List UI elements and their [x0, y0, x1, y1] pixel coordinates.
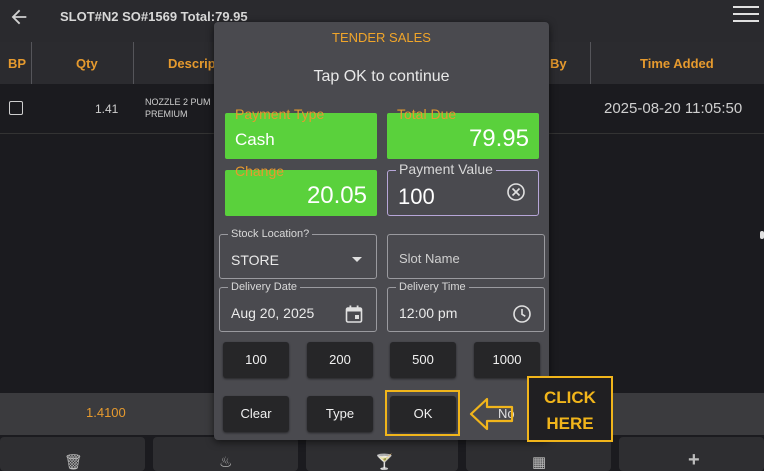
delivery-date-field[interactable]: Delivery Date Aug 20, 2025 [219, 281, 377, 332]
summary-qty: 1.4100 [86, 405, 126, 420]
stock-location-select[interactable]: Stock Location? STORE [219, 228, 377, 279]
stock-location-label: Stock Location? [228, 228, 313, 240]
delivery-time-field[interactable]: Delivery Time 12:00 pm [387, 281, 545, 332]
click-here-callout: CLICK HERE [527, 376, 613, 442]
amount-100-button[interactable]: 100 [223, 342, 289, 378]
change-field: Change 20.05 [225, 163, 377, 216]
row-checkbox[interactable] [9, 101, 23, 115]
total-due-field: Total Due 79.95 [387, 106, 539, 159]
calendar-icon[interactable] [344, 304, 364, 324]
hamburger-menu-icon[interactable] [733, 6, 759, 26]
column-header-by[interactable]: By [550, 56, 567, 71]
dialog-message: Tap OK to continue [313, 68, 450, 85]
row-description-line1: NOZZLE 2 PUM [145, 97, 211, 107]
type-button[interactable]: Type [307, 396, 373, 432]
amount-1000-button[interactable]: 1000 [474, 342, 540, 378]
plus-icon: + [688, 449, 700, 471]
payment-value-label: Payment Value [396, 161, 496, 177]
column-header-bp[interactable]: BP [8, 56, 26, 71]
column-divider [590, 42, 591, 84]
column-header-qty[interactable]: Qty [76, 56, 98, 71]
delivery-time-value: 12:00 pm [399, 305, 458, 321]
left-arrow-icon [469, 397, 514, 431]
total-due-value: 79.95 [468, 125, 529, 152]
change-label: Change [235, 163, 285, 179]
trash-icon: 🗑 [64, 454, 84, 471]
amount-200-button[interactable]: 200 [307, 342, 373, 378]
delivery-date-label: Delivery Date [228, 281, 301, 293]
cocktail-icon: 🍸 [375, 454, 394, 471]
row-description-line2: PREMIUM [145, 109, 188, 119]
callout-line1: CLICK [544, 388, 596, 407]
clear-circle-icon[interactable] [506, 182, 526, 202]
clear-button[interactable]: Clear [223, 396, 289, 432]
amount-500-button[interactable]: 500 [390, 342, 456, 378]
payment-value-input[interactable]: Payment Value 100 [387, 161, 539, 216]
edge-indicator [760, 231, 764, 239]
dialog-title: TENDER SALES [332, 30, 431, 45]
column-header-description[interactable]: Descrip [168, 56, 216, 71]
clock-icon[interactable] [512, 304, 532, 324]
total-due-label: Total Due [397, 106, 457, 122]
payment-type-field[interactable]: Payment Type Cash [225, 106, 377, 159]
slot-name-input[interactable]: Slot Name [387, 234, 545, 279]
column-header-time-added[interactable]: Time Added [640, 56, 714, 71]
slot-name-placeholder: Slot Name [399, 251, 460, 266]
dropdown-arrow-icon [352, 257, 362, 262]
column-divider [133, 42, 134, 84]
row-qty: 1.41 [95, 102, 119, 116]
payment-type-label: Payment Type [235, 106, 325, 122]
payment-type-value: Cash [235, 130, 275, 149]
payment-value-text: 100 [398, 184, 435, 209]
tender-sales-dialog: TENDER SALES Tap OK to continue Payment … [214, 22, 549, 440]
row-time-added: 2025-08-20 11:05:50 [604, 100, 743, 117]
ok-button-highlight [385, 390, 460, 436]
column-divider [31, 42, 32, 84]
delivery-time-label: Delivery Time [396, 281, 469, 293]
back-arrow-icon[interactable] [8, 6, 30, 28]
calculator-icon: ▦ [532, 454, 547, 471]
bowl-icon: ♨ [219, 454, 233, 471]
change-value: 20.05 [306, 182, 367, 209]
stock-location-value: STORE [231, 252, 279, 268]
app-screen: SLOT#N2 SO#1569 Total:79.95 BP Qty Descr… [0, 0, 764, 471]
delivery-date-value: Aug 20, 2025 [231, 305, 315, 321]
callout-line2: HERE [546, 414, 594, 433]
